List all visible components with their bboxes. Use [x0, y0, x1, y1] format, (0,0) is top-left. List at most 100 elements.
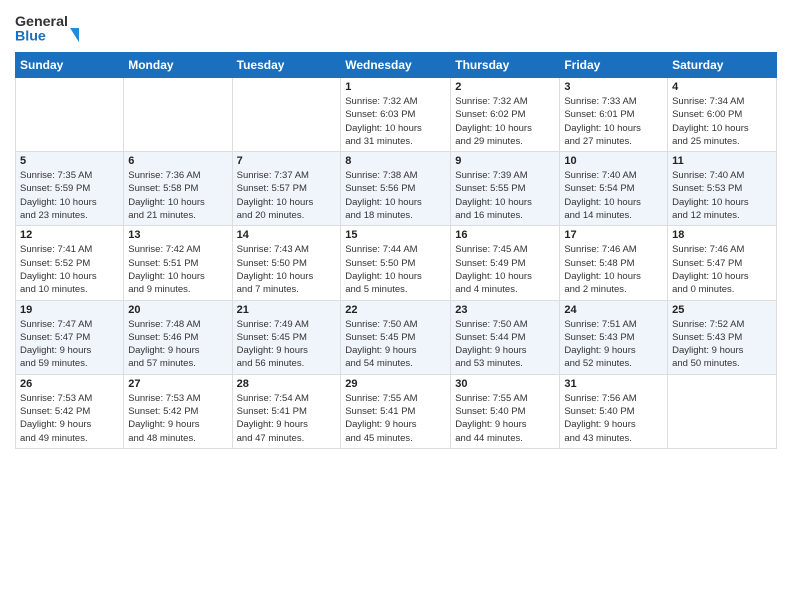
- week-row-2: 5 Sunrise: 7:35 AMSunset: 5:59 PMDaylight…: [16, 152, 777, 226]
- day-cell: 3 Sunrise: 7:33 AMSunset: 6:01 PMDaylight…: [560, 78, 668, 152]
- day-info: Sunrise: 7:42 AMSunset: 5:51 PMDaylight:…: [128, 243, 227, 296]
- day-number: 7: [237, 155, 337, 167]
- day-cell: 19 Sunrise: 7:47 AMSunset: 5:47 PMDayligh…: [16, 300, 124, 374]
- day-info: Sunrise: 7:50 AMSunset: 5:45 PMDaylight:…: [345, 318, 446, 371]
- day-info: Sunrise: 7:47 AMSunset: 5:47 PMDaylight:…: [20, 318, 119, 371]
- day-number: 11: [672, 155, 772, 167]
- day-number: 20: [128, 304, 227, 316]
- weekday-tuesday: Tuesday: [232, 53, 341, 78]
- day-number: 27: [128, 378, 227, 390]
- day-cell: 26 Sunrise: 7:53 AMSunset: 5:42 PMDayligh…: [16, 374, 124, 448]
- day-cell: 12 Sunrise: 7:41 AMSunset: 5:52 PMDayligh…: [16, 226, 124, 300]
- day-number: 30: [455, 378, 555, 390]
- day-number: 28: [237, 378, 337, 390]
- logo: General Blue: [15, 10, 95, 46]
- day-cell: 5 Sunrise: 7:35 AMSunset: 5:59 PMDaylight…: [16, 152, 124, 226]
- day-info: Sunrise: 7:40 AMSunset: 5:54 PMDaylight:…: [564, 169, 663, 222]
- day-info: Sunrise: 7:56 AMSunset: 5:40 PMDaylight:…: [564, 392, 663, 445]
- day-cell: 23Sunrise: 7:50 AMSunset: 5:44 PMDayligh…: [451, 300, 560, 374]
- weekday-header-row: SundayMondayTuesdayWednesdayThursdayFrid…: [16, 53, 777, 78]
- day-info: Sunrise: 7:51 AMSunset: 5:43 PMDaylight:…: [564, 318, 663, 371]
- day-info: Sunrise: 7:44 AMSunset: 5:50 PMDaylight:…: [345, 243, 446, 296]
- day-number: 16: [455, 229, 555, 241]
- weekday-monday: Monday: [124, 53, 232, 78]
- weekday-wednesday: Wednesday: [341, 53, 451, 78]
- weekday-friday: Friday: [560, 53, 668, 78]
- day-info: Sunrise: 7:37 AMSunset: 5:57 PMDaylight:…: [237, 169, 337, 222]
- day-cell: 9Sunrise: 7:39 AMSunset: 5:55 PMDaylight…: [451, 152, 560, 226]
- day-info: Sunrise: 7:33 AMSunset: 6:01 PMDaylight:…: [564, 95, 663, 148]
- day-number: 3: [564, 81, 663, 93]
- day-number: 25: [672, 304, 772, 316]
- day-cell: 8 Sunrise: 7:38 AMSunset: 5:56 PMDaylight…: [341, 152, 451, 226]
- day-info: Sunrise: 7:43 AMSunset: 5:50 PMDaylight:…: [237, 243, 337, 296]
- day-info: Sunrise: 7:49 AMSunset: 5:45 PMDaylight:…: [237, 318, 337, 371]
- day-info: Sunrise: 7:48 AMSunset: 5:46 PMDaylight:…: [128, 318, 227, 371]
- day-cell: 31 Sunrise: 7:56 AMSunset: 5:40 PMDayligh…: [560, 374, 668, 448]
- calendar-table: SundayMondayTuesdayWednesdayThursdayFrid…: [15, 52, 777, 449]
- day-cell: 1Sunrise: 7:32 AMSunset: 6:03 PMDaylight…: [341, 78, 451, 152]
- day-info: Sunrise: 7:46 AMSunset: 5:47 PMDaylight:…: [672, 243, 772, 296]
- day-number: 17: [564, 229, 663, 241]
- day-number: 2: [455, 81, 555, 93]
- day-cell: 7 Sunrise: 7:37 AMSunset: 5:57 PMDaylight…: [232, 152, 341, 226]
- day-cell: 4Sunrise: 7:34 AMSunset: 6:00 PMDaylight…: [668, 78, 777, 152]
- day-cell: 10Sunrise: 7:40 AMSunset: 5:54 PMDayligh…: [560, 152, 668, 226]
- day-cell: [232, 78, 341, 152]
- day-cell: 20 Sunrise: 7:48 AMSunset: 5:46 PMDayligh…: [124, 300, 232, 374]
- weekday-sunday: Sunday: [16, 53, 124, 78]
- day-cell: 18 Sunrise: 7:46 AMSunset: 5:47 PMDayligh…: [668, 226, 777, 300]
- day-cell: 13 Sunrise: 7:42 AMSunset: 5:51 PMDayligh…: [124, 226, 232, 300]
- day-number: 15: [345, 229, 446, 241]
- day-cell: 14Sunrise: 7:43 AMSunset: 5:50 PMDayligh…: [232, 226, 341, 300]
- day-info: Sunrise: 7:32 AMSunset: 6:03 PMDaylight:…: [345, 95, 446, 148]
- day-info: Sunrise: 7:53 AMSunset: 5:42 PMDaylight:…: [128, 392, 227, 445]
- day-number: 29: [345, 378, 446, 390]
- day-cell: 28 Sunrise: 7:54 AMSunset: 5:41 PMDayligh…: [232, 374, 341, 448]
- day-cell: 29 Sunrise: 7:55 AMSunset: 5:41 PMDayligh…: [341, 374, 451, 448]
- day-info: Sunrise: 7:39 AMSunset: 5:55 PMDaylight:…: [455, 169, 555, 222]
- day-info: Sunrise: 7:54 AMSunset: 5:41 PMDaylight:…: [237, 392, 337, 445]
- day-info: Sunrise: 7:34 AMSunset: 6:00 PMDaylight:…: [672, 95, 772, 148]
- day-number: 26: [20, 378, 119, 390]
- day-info: Sunrise: 7:53 AMSunset: 5:42 PMDaylight:…: [20, 392, 119, 445]
- day-number: 8: [345, 155, 446, 167]
- day-info: Sunrise: 7:38 AMSunset: 5:56 PMDaylight:…: [345, 169, 446, 222]
- page: General Blue SundayMondayTuesdayWednesda…: [0, 0, 792, 612]
- svg-text:Blue: Blue: [15, 28, 46, 44]
- day-number: 6: [128, 155, 227, 167]
- day-info: Sunrise: 7:36 AMSunset: 5:58 PMDaylight:…: [128, 169, 227, 222]
- day-number: 13: [128, 229, 227, 241]
- day-cell: 24 Sunrise: 7:51 AMSunset: 5:43 PMDayligh…: [560, 300, 668, 374]
- week-row-5: 26 Sunrise: 7:53 AMSunset: 5:42 PMDayligh…: [16, 374, 777, 448]
- day-cell: 11 Sunrise: 7:40 AMSunset: 5:53 PMDayligh…: [668, 152, 777, 226]
- day-cell: 16 Sunrise: 7:45 AMSunset: 5:49 PMDayligh…: [451, 226, 560, 300]
- day-info: Sunrise: 7:41 AMSunset: 5:52 PMDaylight:…: [20, 243, 119, 296]
- day-cell: 17 Sunrise: 7:46 AMSunset: 5:48 PMDayligh…: [560, 226, 668, 300]
- header: General Blue: [15, 10, 777, 46]
- day-number: 5: [20, 155, 119, 167]
- weekday-saturday: Saturday: [668, 53, 777, 78]
- day-cell: 27 Sunrise: 7:53 AMSunset: 5:42 PMDayligh…: [124, 374, 232, 448]
- day-cell: 25Sunrise: 7:52 AMSunset: 5:43 PMDayligh…: [668, 300, 777, 374]
- day-cell: 15 Sunrise: 7:44 AMSunset: 5:50 PMDayligh…: [341, 226, 451, 300]
- day-cell: 21Sunrise: 7:49 AMSunset: 5:45 PMDayligh…: [232, 300, 341, 374]
- day-info: Sunrise: 7:55 AMSunset: 5:41 PMDaylight:…: [345, 392, 446, 445]
- day-number: 12: [20, 229, 119, 241]
- week-row-3: 12 Sunrise: 7:41 AMSunset: 5:52 PMDayligh…: [16, 226, 777, 300]
- day-cell: 30Sunrise: 7:55 AMSunset: 5:40 PMDayligh…: [451, 374, 560, 448]
- day-info: Sunrise: 7:46 AMSunset: 5:48 PMDaylight:…: [564, 243, 663, 296]
- day-cell: [16, 78, 124, 152]
- day-info: Sunrise: 7:45 AMSunset: 5:49 PMDaylight:…: [455, 243, 555, 296]
- day-cell: 22Sunrise: 7:50 AMSunset: 5:45 PMDayligh…: [341, 300, 451, 374]
- day-info: Sunrise: 7:35 AMSunset: 5:59 PMDaylight:…: [20, 169, 119, 222]
- day-cell: 6 Sunrise: 7:36 AMSunset: 5:58 PMDaylight…: [124, 152, 232, 226]
- day-number: 23: [455, 304, 555, 316]
- weekday-thursday: Thursday: [451, 53, 560, 78]
- day-cell: [124, 78, 232, 152]
- day-number: 24: [564, 304, 663, 316]
- day-number: 31: [564, 378, 663, 390]
- day-info: Sunrise: 7:40 AMSunset: 5:53 PMDaylight:…: [672, 169, 772, 222]
- day-number: 19: [20, 304, 119, 316]
- day-number: 18: [672, 229, 772, 241]
